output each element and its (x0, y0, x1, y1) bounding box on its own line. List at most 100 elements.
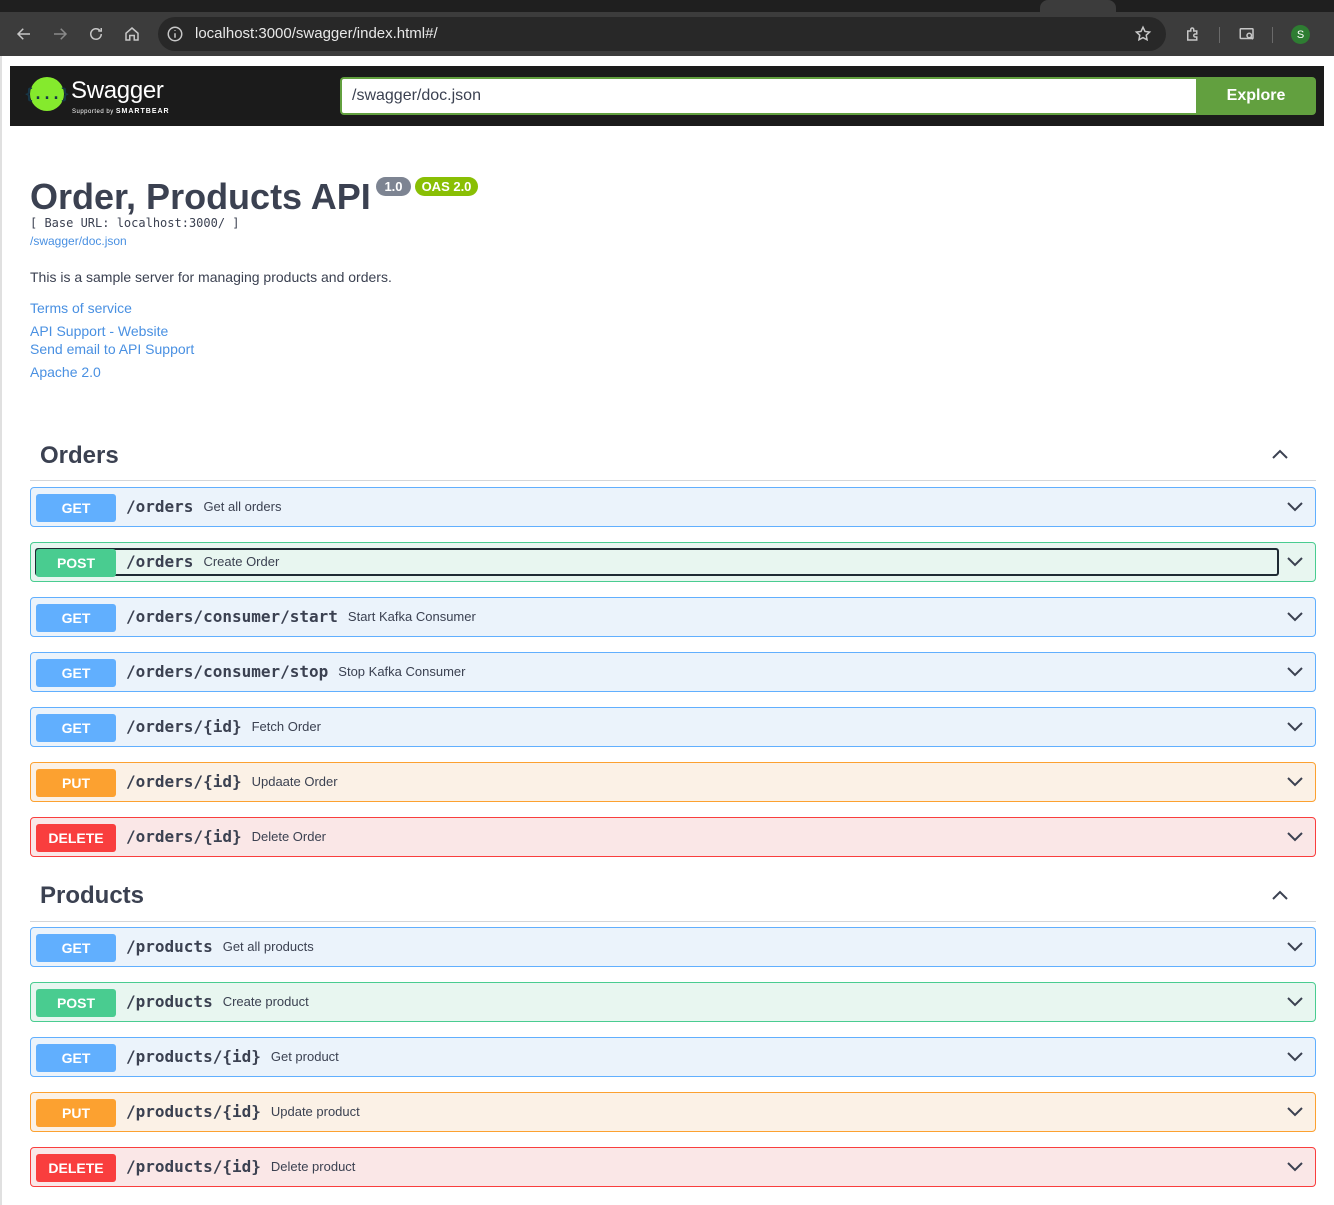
path-text: /orders/consumer/start (126, 607, 338, 626)
swagger-topbar: {...} Swagger Supported by SMARTBEAR /sw… (10, 66, 1324, 126)
swagger-logo-text[interactable]: Swagger (71, 77, 164, 105)
path-text: /products/{id} (126, 1157, 261, 1176)
swagger-logo-icon[interactable]: {...} (24, 77, 70, 111)
operation-row[interactable]: PUT /orders/{id} Updaate Order (30, 762, 1316, 802)
operation-row[interactable]: GET /products Get all products (30, 927, 1316, 967)
method-badge: GET (36, 604, 116, 632)
chevron-down-icon[interactable] (1285, 827, 1305, 847)
tagline-brand: SMARTBEAR (115, 108, 170, 115)
operation-row[interactable]: DELETE /products/{id} Delete product (30, 1147, 1316, 1187)
operation-path: /products/{id} Get product (126, 1047, 339, 1066)
operation-summary: Update product (270, 1104, 360, 1119)
operation-row[interactable]: DELETE /orders/{id} Delete Order (30, 817, 1316, 857)
site-info-icon[interactable] (166, 25, 184, 43)
operation-summary: Get all orders (203, 499, 282, 514)
page-title: Order, Products API (30, 176, 371, 217)
operation-path: /products/{id} Update product (126, 1102, 360, 1121)
chevron-down-icon[interactable] (1285, 717, 1305, 737)
operation-summary: Updaate Order (251, 774, 338, 789)
path-text: /orders/{id} (126, 827, 242, 846)
doc-json-link[interactable]: /swagger/doc.json (30, 234, 127, 248)
path-text: /orders (126, 497, 194, 516)
bookmark-star-icon[interactable] (1134, 25, 1152, 43)
chevron-up-icon[interactable] (1270, 444, 1290, 464)
operation-row[interactable]: GET /products/{id} Get product (30, 1037, 1316, 1077)
oas-badge: OAS 2.0 (415, 177, 478, 196)
operation-summary: Start Kafka Consumer (347, 609, 476, 624)
section-divider (30, 921, 1316, 922)
operation-row[interactable]: POST /products Create product (30, 982, 1316, 1022)
section-orders-title[interactable]: Orders (40, 442, 119, 470)
profile-avatar[interactable]: S (1291, 25, 1310, 44)
path-text: /orders/{id} (126, 717, 242, 736)
chevron-down-icon[interactable] (1285, 497, 1305, 517)
operation-row[interactable]: GET /orders/consumer/start Start Kafka Co… (30, 597, 1316, 637)
reload-icon[interactable] (84, 22, 108, 46)
spec-url-input[interactable]: /swagger/doc.json (340, 77, 1196, 115)
operation-path: /orders/consumer/stop Stop Kafka Consumer (126, 662, 465, 681)
tagline-text: Supported by (72, 109, 114, 115)
cast-search-icon[interactable] (1235, 22, 1259, 46)
path-text: /products/{id} (126, 1047, 261, 1066)
operation-row[interactable]: PUT /products/{id} Update product (30, 1092, 1316, 1132)
smartbear-tagline: Supported by SMARTBEAR (72, 108, 170, 115)
operation-summary: Fetch Order (251, 719, 321, 734)
operation-path: /products Create product (126, 992, 309, 1011)
operation-summary: Delete product (270, 1159, 356, 1174)
version-badge: 1.0 (376, 177, 411, 196)
chevron-down-icon[interactable] (1285, 1102, 1305, 1122)
chevron-down-icon[interactable] (1285, 772, 1305, 792)
operation-path: /orders/{id} Delete Order (126, 827, 326, 846)
back-icon[interactable] (12, 22, 36, 46)
path-text: /products/{id} (126, 1102, 261, 1121)
method-badge: GET (36, 659, 116, 687)
operation-row[interactable]: GET /orders/consumer/stop Stop Kafka Cons… (30, 652, 1316, 692)
operation-summary: Create product (222, 994, 309, 1009)
operation-row[interactable]: GET /orders/{id} Fetch Order (30, 707, 1316, 747)
chevron-down-icon[interactable] (1285, 552, 1305, 572)
chevron-down-icon[interactable] (1285, 992, 1305, 1012)
operation-row[interactable]: GET /orders Get all orders (30, 487, 1316, 527)
method-badge: GET (36, 1044, 116, 1072)
chevron-down-icon[interactable] (1285, 937, 1305, 957)
path-text: /orders/{id} (126, 772, 242, 791)
operation-path: /orders Create Order (126, 552, 279, 571)
browser-toolbar: localhost:3000/swagger/index.html#/ S (0, 12, 1334, 56)
method-badge: GET (36, 714, 116, 742)
operation-path: /orders Get all orders (126, 497, 281, 516)
address-url[interactable]: localhost:3000/swagger/index.html#/ (195, 25, 438, 42)
method-badge: GET (36, 934, 116, 962)
api-description: This is a sample server for managing pro… (30, 269, 392, 285)
browser-active-tab[interactable] (1040, 0, 1116, 12)
chevron-down-icon[interactable] (1285, 1047, 1305, 1067)
support-email-link[interactable]: Send email to API Support (30, 341, 194, 357)
explore-button[interactable]: Explore (1196, 77, 1316, 115)
operation-path: /orders/consumer/start Start Kafka Consum… (126, 607, 476, 626)
chevron-up-icon[interactable] (1270, 885, 1290, 905)
browser-tab-strip (0, 0, 1334, 12)
chevron-down-icon[interactable] (1285, 1157, 1305, 1177)
license-link[interactable]: Apache 2.0 (30, 364, 101, 380)
path-text: /products (126, 992, 213, 1011)
operation-summary: Stop Kafka Consumer (338, 664, 466, 679)
chevron-down-icon[interactable] (1285, 662, 1305, 682)
section-divider (30, 480, 1316, 481)
address-bar[interactable]: localhost:3000/swagger/index.html#/ (158, 17, 1166, 51)
forward-icon[interactable] (48, 22, 72, 46)
method-badge: PUT (36, 1099, 116, 1127)
operation-path: /products/{id} Delete product (126, 1157, 355, 1176)
base-url: [ Base URL: localhost:3000/ ] (30, 216, 240, 230)
support-website-link[interactable]: API Support - Website (30, 323, 168, 339)
chevron-down-icon[interactable] (1285, 607, 1305, 627)
terms-of-service-link[interactable]: Terms of service (30, 300, 132, 316)
operation-path: /orders/{id} Updaate Order (126, 772, 338, 791)
home-icon[interactable] (120, 22, 144, 46)
page-border (0, 56, 2, 1205)
method-badge: POST (36, 549, 116, 577)
method-badge: PUT (36, 769, 116, 797)
section-products-title[interactable]: Products (40, 882, 144, 910)
extensions-icon[interactable] (1181, 22, 1205, 46)
toolbar-separator (1219, 27, 1220, 43)
toolbar-separator (1272, 27, 1273, 43)
operation-row[interactable]: POST /orders Create Order (30, 542, 1316, 582)
